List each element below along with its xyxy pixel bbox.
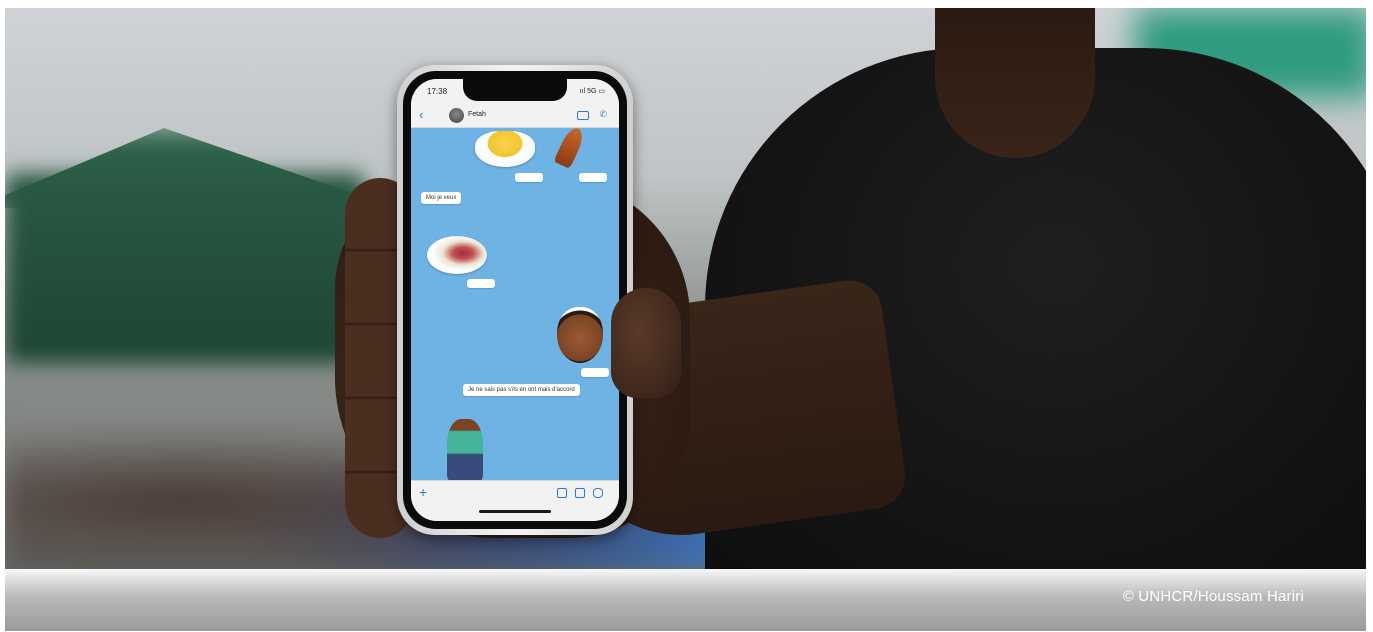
plus-icon[interactable]: +: [419, 484, 427, 500]
drumstick-sticker: [553, 125, 587, 169]
phone-screen: 17:38 ııl 5G ▭ ‹ Fetah ✆ Moi je veux Je …: [411, 79, 619, 521]
contact-avatar[interactable]: [449, 108, 464, 123]
message-timestamp: [515, 173, 543, 182]
food-plate-sticker: [427, 236, 487, 274]
message-timestamp: [581, 368, 609, 377]
shush-face-sticker: [557, 307, 603, 363]
photo: 17:38 ııl 5G ▭ ‹ Fetah ✆ Moi je veux Je …: [5, 8, 1366, 569]
message-input-bar: +: [411, 480, 619, 521]
camera-icon[interactable]: [575, 488, 585, 498]
message-timestamp: [467, 279, 495, 288]
soup-bowl-sticker: [475, 131, 535, 167]
message-timestamp: [579, 173, 607, 182]
caption-bar: © UNHCR/Houssam Hariri: [5, 569, 1366, 631]
thumb: [611, 288, 681, 398]
contact-name[interactable]: Fetah: [468, 111, 486, 118]
signal-battery-icon: ııl 5G ▭: [579, 88, 605, 95]
background-tent: [5, 173, 365, 363]
chat-bubble-outgoing: Je ne sais pas s'ils en ont mais d'accor…: [463, 384, 580, 396]
microphone-icon[interactable]: [593, 488, 603, 498]
chat-header: ‹ Fetah ✆: [411, 105, 619, 128]
phone-call-icon[interactable]: ✆: [599, 109, 607, 120]
smartphone: 17:38 ııl 5G ▭ ‹ Fetah ✆ Moi je veux Je …: [397, 65, 633, 535]
home-indicator: [479, 510, 551, 513]
status-time: 17:38: [427, 87, 448, 96]
video-call-icon[interactable]: [577, 111, 589, 120]
phone-notch: [463, 79, 567, 101]
phone-bezel: 17:38 ııl 5G ▭ ‹ Fetah ✆ Moi je veux Je …: [403, 71, 627, 529]
sticker-icon[interactable]: [557, 488, 567, 498]
back-arrow-icon[interactable]: ‹: [419, 108, 423, 122]
photo-credit: © UNHCR/Houssam Hariri: [1122, 588, 1304, 605]
dancing-man-sticker: [447, 419, 483, 481]
chat-bubble-incoming: Moi je veux: [421, 192, 462, 204]
